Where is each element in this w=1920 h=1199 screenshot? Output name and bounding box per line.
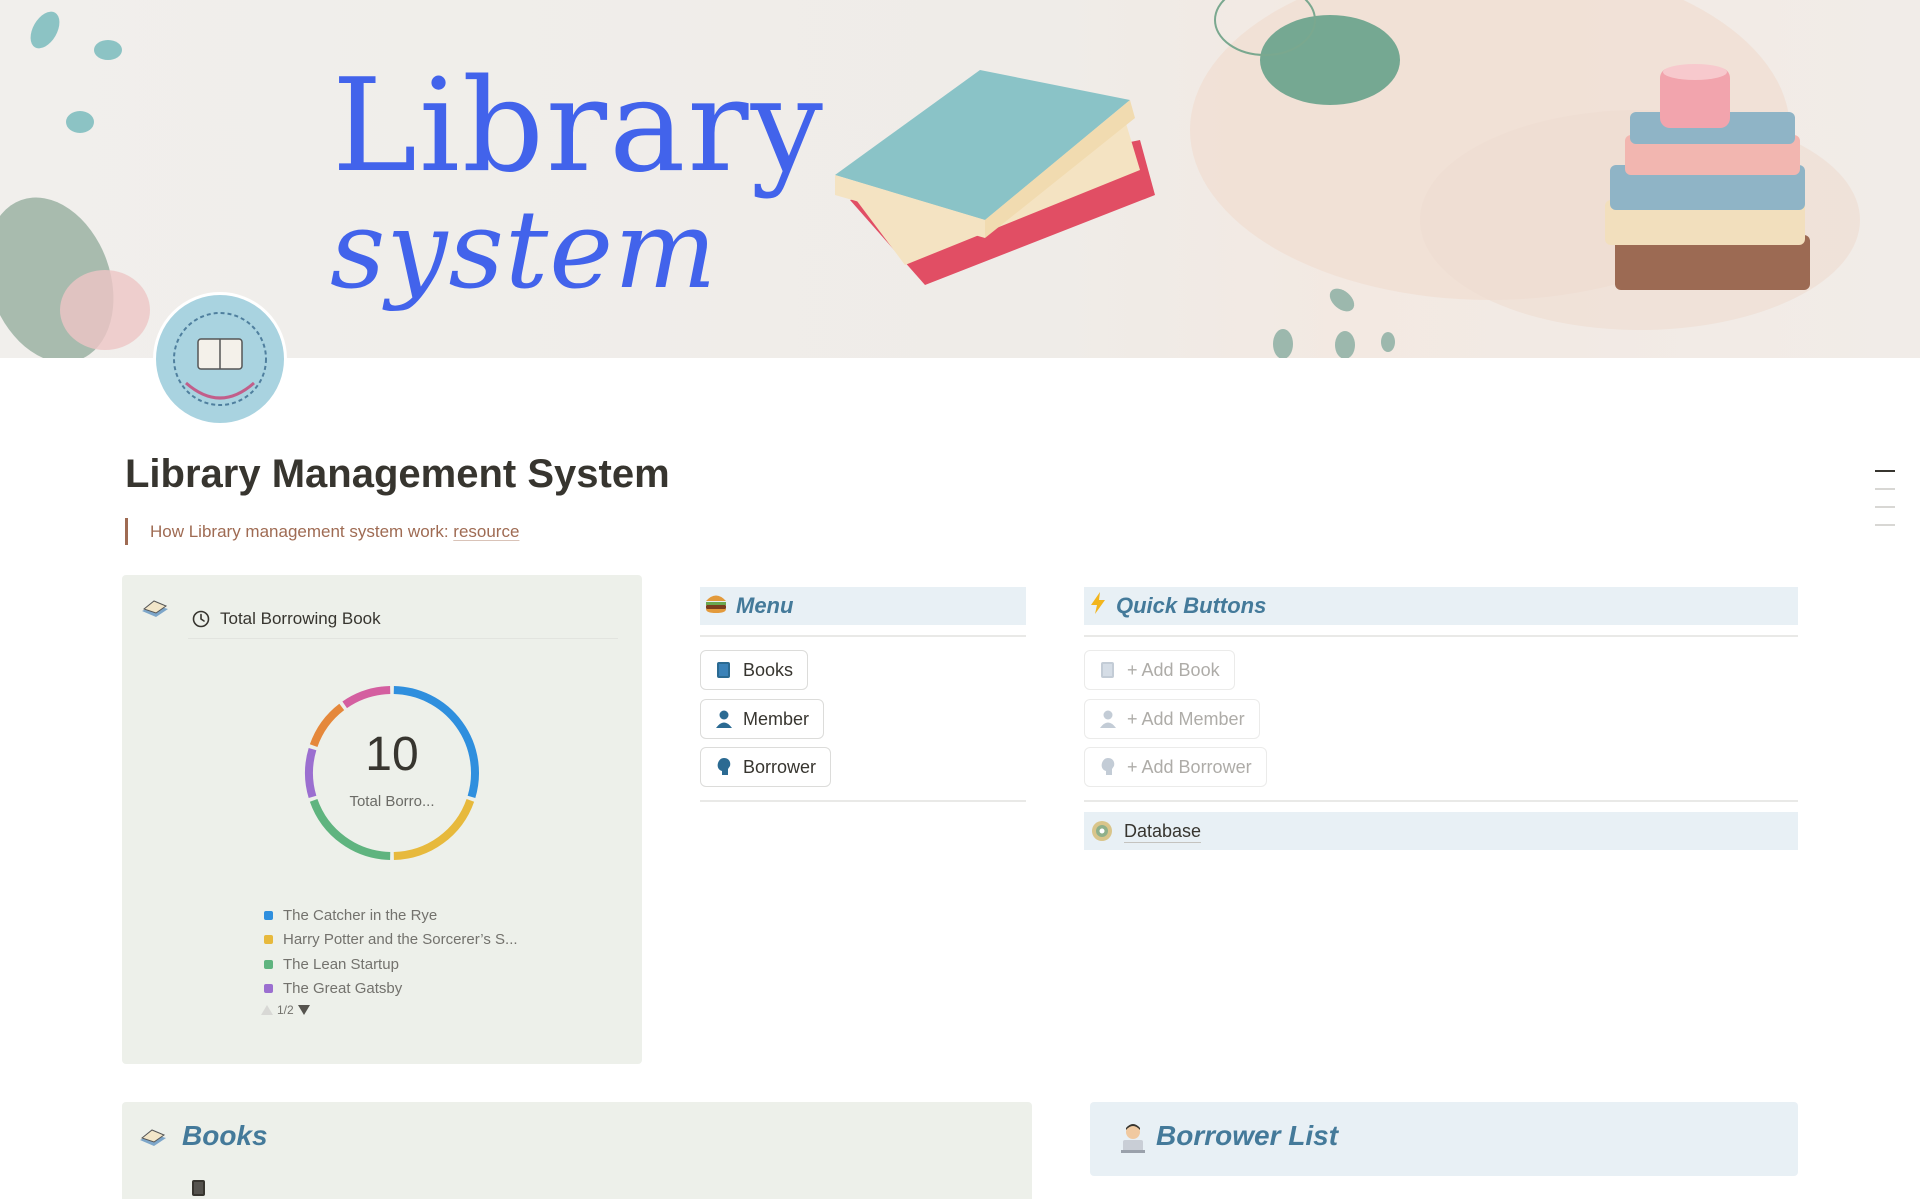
add-borrower-button[interactable]: + Add Borrower <box>1084 747 1267 787</box>
divider <box>1084 800 1798 802</box>
legend-page-label: 1/2 <box>277 1003 294 1017</box>
intro-quote: How Library management system work: reso… <box>125 518 519 545</box>
cover-image: Library system <box>0 0 1920 358</box>
cover-illustration <box>0 0 1860 358</box>
donut-total-value: 10 <box>365 727 419 781</box>
page-icon[interactable] <box>153 292 287 426</box>
toc-line[interactable] <box>1875 524 1895 526</box>
divider <box>1084 635 1798 637</box>
legend-item[interactable]: The Catcher in the Rye <box>264 903 518 928</box>
chart-legend: The Catcher in the Rye Harry Potter and t… <box>264 903 518 1001</box>
database-label[interactable]: Database <box>1124 820 1202 843</box>
chart-header[interactable]: Total Borrowing Book <box>188 599 618 639</box>
menu-borrower-button[interactable]: Borrower <box>700 747 832 787</box>
person-icon <box>1100 710 1116 728</box>
add-borrower-label: + Add Borrower <box>1127 756 1252 777</box>
person-head-icon <box>1101 758 1115 775</box>
books-section-card: Books <box>122 1102 1032 1199</box>
person-head-icon <box>717 758 731 775</box>
borrower-list-card: Borrower List <box>1090 1102 1798 1176</box>
quick-buttons-heading: Quick Buttons <box>1084 587 1798 625</box>
book-icon <box>1101 662 1114 678</box>
lightning-icon <box>1088 591 1108 621</box>
books-section-title: Books <box>182 1120 268 1151</box>
toc-line[interactable] <box>1875 470 1895 472</box>
chart-header-label: Total Borrowing Book <box>220 608 381 628</box>
open-book-icon <box>142 600 168 617</box>
legend-label: The Catcher in the Rye <box>283 906 438 924</box>
person-icon <box>716 710 732 728</box>
add-book-button[interactable]: + Add Book <box>1084 650 1235 690</box>
book-icon <box>192 1180 205 1196</box>
legend-swatch <box>264 959 273 969</box>
legend-swatch <box>264 935 273 945</box>
quote-text: How Library management system work: <box>150 522 454 541</box>
book-icon <box>717 662 730 678</box>
menu-member-button[interactable]: Member <box>700 699 825 739</box>
add-book-label: + Add Book <box>1127 659 1220 680</box>
legend-label: Harry Potter and the Sorcerer’s S... <box>283 931 518 949</box>
table-of-contents-mini[interactable] <box>1875 470 1897 542</box>
donut-total-label: Total Borro... <box>349 792 435 810</box>
divider <box>700 800 1026 802</box>
menu-heading: Menu <box>700 587 1026 625</box>
cover-title-library: Library <box>332 52 825 201</box>
technologist-icon <box>1121 1124 1145 1153</box>
dvd-icon <box>1092 821 1112 841</box>
menu-borrower-label: Borrower <box>743 756 817 777</box>
quick-buttons-heading-label: Quick Buttons <box>1116 593 1267 618</box>
legend-swatch <box>264 910 273 920</box>
donut-center: 10 Total Borro... <box>302 683 482 863</box>
menu-books-button[interactable]: Books <box>700 650 809 690</box>
legend-item[interactable]: The Lean Startup <box>264 952 518 977</box>
cover-title-system: system <box>330 188 718 313</box>
borrowing-chart-card: Total Borrowing Book 10 Total Borro... T… <box>122 575 642 1064</box>
legend-label: The Lean Startup <box>283 955 399 973</box>
menu-member-label: Member <box>743 708 810 729</box>
menu-books-label: Books <box>743 659 794 680</box>
open-book-icon <box>140 1129 166 1146</box>
legend-swatch <box>264 984 273 994</box>
library-seal-icon <box>173 312 267 406</box>
clock-icon <box>192 610 210 627</box>
pager-down-icon[interactable] <box>297 1004 311 1016</box>
resource-link[interactable]: resource <box>453 522 519 541</box>
burger-emoji-icon <box>704 592 728 620</box>
divider <box>700 635 1026 637</box>
toc-line[interactable] <box>1875 488 1895 490</box>
pager-up-icon[interactable] <box>260 1004 274 1016</box>
donut-chart[interactable]: 10 Total Borro... <box>302 683 482 863</box>
legend-label: The Great Gatsby <box>283 980 403 998</box>
menu-heading-label: Menu <box>736 593 794 618</box>
legend-item[interactable]: The Great Gatsby <box>264 977 518 1002</box>
toc-line[interactable] <box>1875 506 1895 508</box>
legend-item[interactable]: Harry Potter and the Sorcerer’s S... <box>264 928 518 953</box>
borrower-list-title: Borrower List <box>1156 1120 1339 1151</box>
legend-pager: 1/2 <box>260 1003 311 1017</box>
add-member-button[interactable]: + Add Member <box>1084 699 1260 739</box>
page-title: Library Management System <box>125 452 670 496</box>
database-link-block[interactable]: Database <box>1084 812 1798 850</box>
add-member-label: + Add Member <box>1127 708 1245 729</box>
